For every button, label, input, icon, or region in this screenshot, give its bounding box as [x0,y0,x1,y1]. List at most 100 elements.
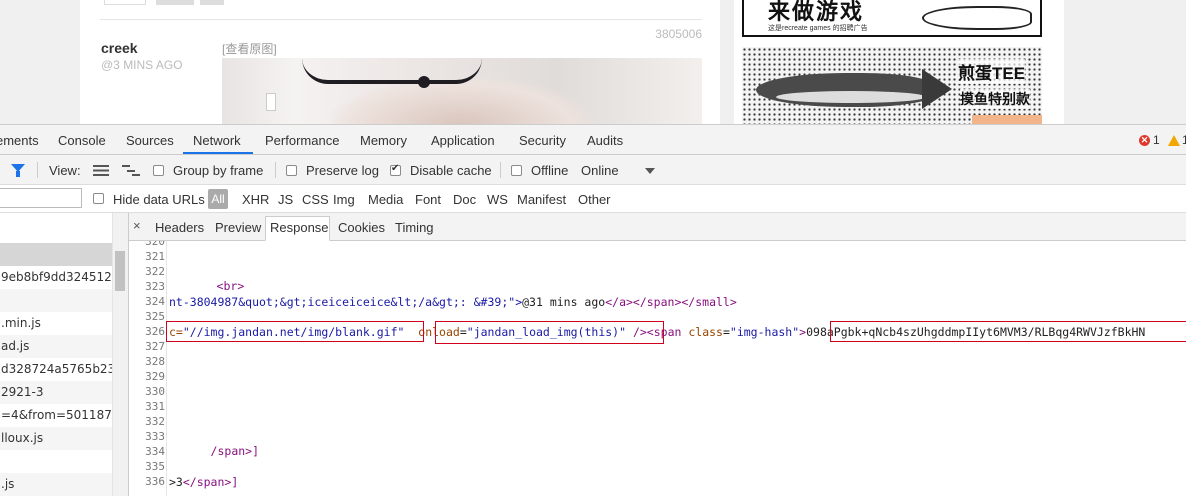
request-row[interactable]: ad.js [0,335,112,358]
hide-data-urls-label[interactable]: Hide data URLs [113,192,205,207]
filter-input[interactable] [0,188,82,208]
request-row[interactable]: .js [0,473,112,496]
view-original-link[interactable]: [查看原图] [222,40,277,57]
filter-type-media[interactable]: Media [368,192,403,207]
filter-type-js[interactable]: JS [278,192,293,207]
offline-label[interactable]: Offline [531,163,568,178]
disable-cache-checkbox[interactable] [390,163,401,176]
pager-button[interactable] [104,0,146,5]
filter-type-doc[interactable]: Doc [453,192,476,207]
code-token: nt-3804987&quot;&gt;iceiceiceice&lt;/a&g… [169,295,509,309]
throttling-select[interactable]: Online [581,163,619,178]
tab-audits[interactable]: Audits [587,133,623,148]
error-icon[interactable]: ✕ [1139,135,1150,146]
line-number: 323 [145,280,165,293]
filter-type-manifest[interactable]: Manifest [517,192,566,207]
request-row[interactable]: lloux.js [0,427,112,450]
code-line-336: >3</span>] [169,475,238,489]
filter-type-xhr[interactable]: XHR [242,192,269,207]
ad-banner-games[interactable]: 来做游戏 这是recreate games 的招聘广告 [742,0,1042,37]
close-icon[interactable]: × [133,218,141,233]
tab-performance[interactable]: Performance [265,133,339,148]
hide-data-urls-checkbox[interactable] [93,193,104,204]
line-number: 328 [145,355,165,368]
offline-checkbox[interactable] [511,165,522,176]
subtab-preview[interactable]: Preview [215,220,261,235]
photo-detail [302,58,482,84]
line-number: 327 [145,340,165,353]
photo-detail [418,76,430,88]
filter-type-img[interactable]: Img [333,192,355,207]
request-row[interactable]: =4&from=5011879 [0,404,112,427]
network-filter-bar: Hide data URLs All XHR JS CSS Img Media … [0,185,1186,213]
subtab-headers[interactable]: Headers [155,220,204,235]
line-number: 336 [145,475,165,488]
photo-detail [266,93,276,111]
filter-type-font[interactable]: Font [415,192,441,207]
highlight-box-src [166,321,424,342]
devtools-tab-bar: ements Console Sources Network Performan… [0,125,1186,155]
tab-console[interactable]: Console [58,133,106,148]
filter-type-ws[interactable]: WS [487,192,508,207]
post-time: @3 MINS AGO [101,58,183,72]
overview-waterfall-icon[interactable] [122,165,140,176]
request-row[interactable]: 9eb8bf9dd3245121 [0,266,112,289]
request-row[interactable] [0,243,112,266]
view-label: View: [49,163,81,178]
pager-button[interactable] [156,0,194,5]
line-number: 330 [145,385,165,398]
disable-cache-label[interactable]: Disable cache [410,163,492,178]
preserve-log-checkbox[interactable] [286,165,297,176]
line-number: 320 [145,241,165,248]
large-rows-icon[interactable] [93,165,109,176]
post-author[interactable]: creek [101,40,138,56]
group-by-frame-label[interactable]: Group by frame [173,163,263,178]
tab-memory[interactable]: Memory [360,133,407,148]
tab-application[interactable]: Application [431,133,495,148]
subtab-timing[interactable]: Timing [395,220,434,235]
post-column: 3805006 creek @3 MINS AGO [查看原图] [80,0,720,124]
ad-banner-caption: 这是recreate games 的招聘广告 [768,25,868,32]
code-line-324: nt-3804987&quot;&gt;iceiceiceice&lt;/a&g… [169,295,737,309]
code-line-333: /span>] [169,430,259,472]
request-row[interactable] [0,450,112,473]
group-by-frame-checkbox[interactable] [153,165,164,176]
line-number: 322 [145,265,165,278]
tab-elements[interactable]: ements [0,133,39,148]
line-number: 325 [145,310,165,323]
tab-network[interactable]: Network [193,133,241,148]
post-id: 3805006 [655,27,702,41]
request-row[interactable] [0,289,112,312]
ad-accent [972,115,1042,124]
tab-sources[interactable]: Sources [126,133,174,148]
request-row[interactable]: d328724a5765b23e [0,358,112,381]
filter-type-all[interactable]: All [208,189,228,209]
subtab-cookies[interactable]: Cookies [338,220,385,235]
line-number: 329 [145,370,165,383]
ad-tee-subtitle: 摸鱼特别款 [960,89,1030,109]
code-token: </a></span></small> [605,295,737,309]
active-tab-indicator [183,152,253,154]
ad-banner-tee[interactable]: 煎蛋TEE 摸鱼特别款 [742,47,1042,124]
network-toolbar: View: Group by frame Preserve log Disabl… [0,155,1186,185]
filter-icon[interactable] [11,164,25,177]
tab-security[interactable]: Security [519,133,566,148]
scrollbar-thumb[interactable] [115,251,125,291]
response-source-viewer[interactable]: 320 321 322 323 324 325 326 327 328 329 … [129,241,1186,496]
web-page-area: 3805006 creek @3 MINS AGO [查看原图] 来做游戏 这是… [0,0,1186,124]
error-count[interactable]: 1 [1153,133,1160,147]
chevron-down-icon[interactable] [645,168,655,174]
warning-count[interactable]: 1 [1182,133,1186,147]
pager-button[interactable] [200,0,224,5]
post-image[interactable] [222,58,702,124]
preserve-log-label[interactable]: Preserve log [306,163,379,178]
line-number: 332 [145,415,165,428]
code-token: /span>] [210,444,260,458]
subtab-response[interactable]: Response [270,220,329,235]
filter-type-other[interactable]: Other [578,192,611,207]
warning-icon[interactable] [1168,135,1180,146]
line-number: 321 [145,250,165,263]
filter-type-css[interactable]: CSS [302,192,329,207]
request-row[interactable]: .min.js [0,312,112,335]
request-row[interactable]: 2921-3 [0,381,112,404]
